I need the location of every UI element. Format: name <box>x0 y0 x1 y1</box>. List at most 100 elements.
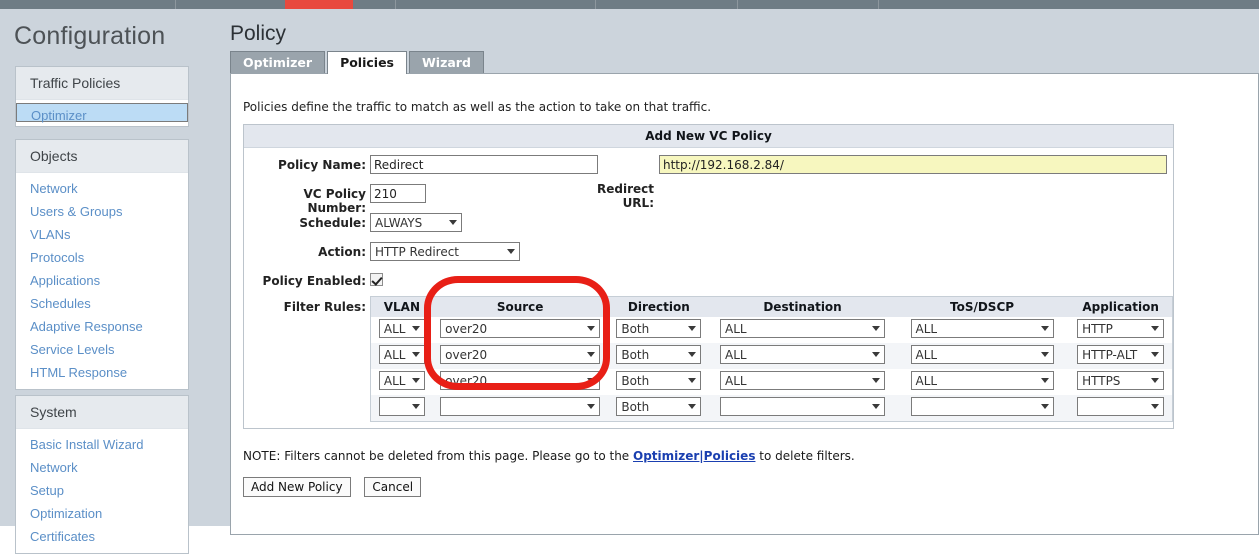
cell-direction: Both <box>608 317 711 343</box>
cell-vlan <box>371 395 433 421</box>
content-title: Policy <box>230 22 287 45</box>
add-new-policy-button[interactable]: Add New Policy <box>243 477 351 497</box>
cell-direction: Both <box>607 395 711 421</box>
vlan-select-row1[interactable]: ALL <box>378 319 425 338</box>
column-header-direction: Direction <box>607 297 711 317</box>
sidebar-item-optimization[interactable]: Optimization <box>16 502 188 525</box>
sidebar-item-service-levels[interactable]: Service Levels <box>16 338 188 361</box>
cell-vlan: ALL <box>371 369 433 395</box>
sidebar-item-schedules[interactable]: Schedules <box>16 292 188 315</box>
source-select-row3[interactable]: over20 <box>440 371 601 390</box>
direction-value-row1: Both <box>621 322 650 336</box>
cancel-button[interactable]: Cancel <box>364 477 422 497</box>
chevron-down-icon <box>1040 326 1049 331</box>
vc-policy-number-input[interactable] <box>370 184 426 203</box>
sidebar-item-network[interactable]: Network <box>16 177 188 200</box>
vlan-select-row3[interactable]: ALL <box>378 371 425 390</box>
tab-policies[interactable]: Policies <box>327 51 407 74</box>
top-navigation-bar[interactable] <box>0 0 1259 9</box>
cell-application: HTTPS <box>1069 369 1172 395</box>
source-select-row2[interactable]: over20 <box>440 345 601 364</box>
tos-select-row1[interactable]: ALL <box>910 319 1054 338</box>
application-select-row1[interactable]: HTTP <box>1077 319 1165 338</box>
top-nav-divider <box>878 0 879 9</box>
source-select-row4[interactable] <box>440 397 601 416</box>
tos-select-row4[interactable] <box>910 397 1054 416</box>
application-select-row2[interactable]: HTTP-ALT <box>1077 345 1165 364</box>
tos-select-row2[interactable]: ALL <box>910 345 1054 364</box>
sidebar-item-optimizer[interactable]: Optimizer <box>16 103 188 123</box>
application-value-row3: HTTPS <box>1082 374 1121 388</box>
tos-value-row3: ALL <box>915 374 938 388</box>
schedule-label: Schedule: <box>299 216 366 230</box>
optimizer-policies-link[interactable]: Optimizer|Policies <box>633 449 755 463</box>
chevron-down-icon <box>587 404 596 409</box>
cell-tos-dscp: ALL <box>895 317 1069 343</box>
column-header-application: Application <box>1069 297 1172 317</box>
vc-policy-number-label: VC Policy Number: <box>303 187 366 215</box>
cell-application <box>1069 395 1172 421</box>
destination-value-row1: ALL <box>725 322 747 336</box>
sidebar-item-certificates[interactable]: Certificates <box>16 525 188 548</box>
application-value-row1: HTTP <box>1082 322 1113 336</box>
sidebar-item-basic-install-wizard[interactable]: Basic Install Wizard <box>16 433 188 456</box>
vlan-value-row1: ALL <box>383 322 406 336</box>
cell-source: over20 <box>433 317 608 343</box>
source-select-row1[interactable]: over20 <box>440 319 601 338</box>
row-schedule: Schedule: ALWAYS <box>244 212 1173 241</box>
vlan-select-row4[interactable] <box>378 397 425 416</box>
application-value-row2: HTTP-ALT <box>1082 348 1138 362</box>
source-value-row3: over20 <box>445 374 488 388</box>
action-select-value: HTTP Redirect <box>375 245 460 259</box>
sidebar-card-header: System <box>16 396 188 429</box>
direction-select-row2[interactable]: Both <box>616 345 702 364</box>
action-select[interactable]: HTTP Redirect <box>370 242 520 261</box>
tos-select-row3[interactable]: ALL <box>910 371 1054 390</box>
top-nav-active-item[interactable] <box>285 0 353 9</box>
chevron-down-icon <box>1151 352 1160 357</box>
table-row: Both <box>371 395 1172 421</box>
chevron-down-icon <box>872 352 881 357</box>
chevron-down-icon <box>507 249 515 254</box>
direction-select-row4[interactable]: Both <box>616 397 702 416</box>
sidebar-item-users-groups[interactable]: Users & Groups <box>16 200 188 223</box>
sidebar-item-adaptive-response[interactable]: Adaptive Response <box>16 315 188 338</box>
redirect-url-input[interactable] <box>659 155 1167 174</box>
note-suffix: to delete filters. <box>755 449 855 463</box>
chevron-down-icon <box>587 378 596 383</box>
source-value-row2: over20 <box>445 348 488 362</box>
chevron-down-icon <box>1151 378 1160 383</box>
policy-name-input[interactable] <box>370 155 598 174</box>
destination-select-row3[interactable]: ALL <box>720 371 886 390</box>
vlan-select-row2[interactable]: ALL <box>378 345 425 364</box>
sidebar-item-protocols[interactable]: Protocols <box>16 246 188 269</box>
direction-select-row1[interactable]: Both <box>616 319 702 338</box>
sidebar-item-html-response[interactable]: HTML Response <box>16 361 188 384</box>
destination-select-row2[interactable]: ALL <box>720 345 886 364</box>
chevron-down-icon <box>411 352 420 357</box>
cell-application: HTTP <box>1069 317 1172 343</box>
sidebar-item-setup[interactable]: Setup <box>16 479 188 502</box>
policies-panel: Policies define the traffic to match as … <box>230 73 1259 535</box>
direction-select-row3[interactable]: Both <box>616 371 702 390</box>
tab-wizard[interactable]: Wizard <box>409 51 484 73</box>
destination-select-row4[interactable] <box>720 397 886 416</box>
chevron-down-icon <box>872 378 881 383</box>
column-header-source: Source <box>432 297 608 317</box>
schedule-select[interactable]: ALWAYS <box>370 213 462 232</box>
sidebar: Configuration Traffic Policies Optimizer… <box>0 9 190 554</box>
chevron-down-icon <box>411 378 420 383</box>
sidebar-item-vlans[interactable]: VLANs <box>16 223 188 246</box>
panel-intro-text: Policies define the traffic to match as … <box>243 100 712 114</box>
cell-vlan: ALL <box>371 317 433 343</box>
policy-enabled-checkbox[interactable] <box>370 273 383 286</box>
destination-select-row1[interactable]: ALL <box>720 319 886 338</box>
sidebar-item-applications[interactable]: Applications <box>16 269 188 292</box>
sidebar-item-network-system[interactable]: Network <box>16 456 188 479</box>
chevron-down-icon <box>1151 326 1160 331</box>
application-select-row4[interactable] <box>1077 397 1165 416</box>
cell-source: over20 <box>433 369 608 395</box>
application-select-row3[interactable]: HTTPS <box>1077 371 1165 390</box>
top-nav-divider <box>175 0 176 9</box>
tab-optimizer[interactable]: Optimizer <box>230 51 326 73</box>
